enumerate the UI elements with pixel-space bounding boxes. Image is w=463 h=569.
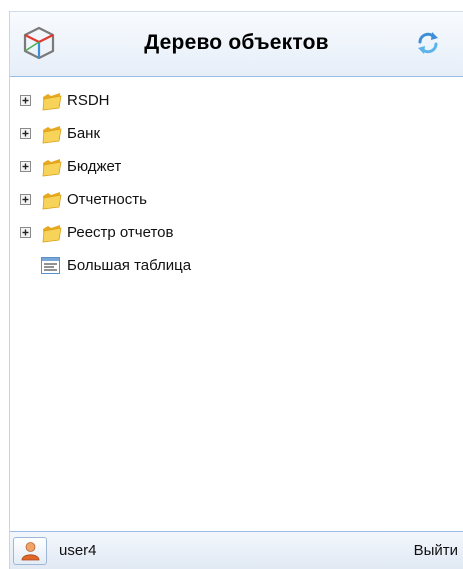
tree-node-label: Отчетность (67, 191, 147, 208)
tree-node-bank[interactable]: Банк (10, 119, 463, 152)
logout-link[interactable]: Выйти (414, 542, 458, 559)
user-button[interactable] (13, 537, 47, 565)
folder-icon (42, 159, 62, 177)
username-label: user4 (59, 542, 97, 559)
tree-node-label: Банк (67, 125, 101, 142)
object-tree: RSDH Банк Бюджет Отчетность Реестр отчет… (10, 86, 463, 284)
tree-node-budget[interactable]: Бюджет (10, 152, 463, 185)
expand-plus-icon[interactable] (20, 161, 31, 172)
expand-plus-icon[interactable] (20, 194, 31, 205)
expand-plus-icon[interactable] (20, 95, 31, 106)
user-icon (21, 542, 40, 561)
panel-header: Дерево объектов (10, 11, 463, 77)
refresh-icon[interactable] (414, 29, 442, 57)
tree-node-label: Большая таблица (67, 257, 192, 274)
expand-plus-icon[interactable] (20, 227, 31, 238)
folder-icon (42, 192, 62, 210)
tree-node-reporting[interactable]: Отчетность (10, 185, 463, 218)
tree-node-rsdh[interactable]: RSDH (10, 86, 463, 119)
tree-node-report-registry[interactable]: Реестр отчетов (10, 218, 463, 251)
tree-node-label: RSDH (67, 92, 110, 109)
page-title: Дерево объектов (144, 31, 329, 54)
expand-plus-icon[interactable] (20, 128, 31, 139)
folder-icon (42, 93, 62, 111)
folder-icon (42, 225, 62, 243)
tree-node-big-table[interactable]: Большая таблица (10, 251, 463, 284)
table-icon (41, 257, 60, 274)
tree-node-label: Бюджет (67, 158, 122, 175)
tree-node-label: Реестр отчетов (67, 224, 174, 241)
folder-icon (42, 126, 62, 144)
object-tree-panel: Дерево объектов RSDH Банк Бюджет Отчетно… (9, 11, 463, 569)
panel-footer: user4 Выйти (10, 531, 463, 569)
